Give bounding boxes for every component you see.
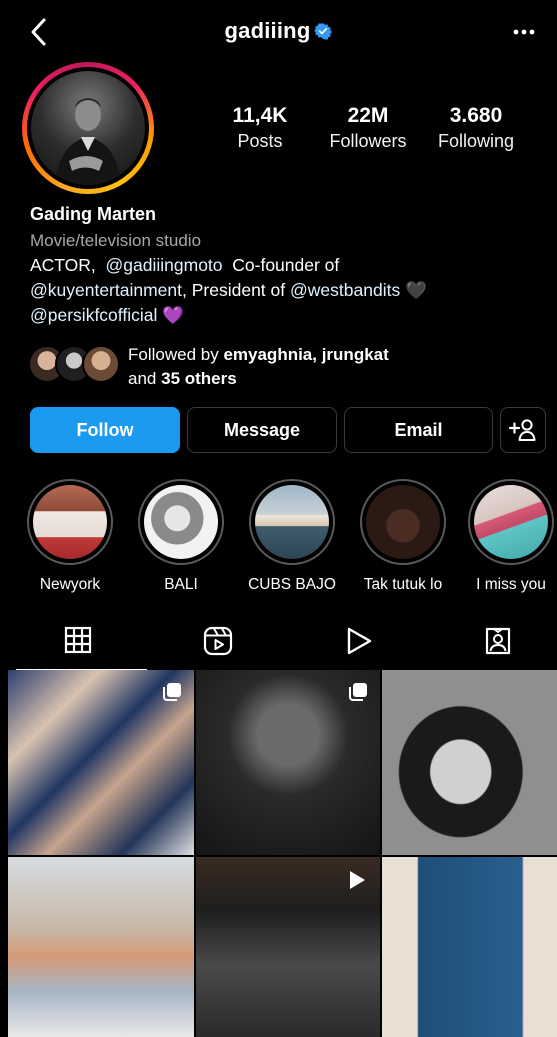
grid-icon [64, 626, 91, 654]
profile-bio: Gading Marten Movie/television studio AC… [30, 204, 540, 326]
highlight-cover [474, 485, 548, 559]
posts-grid [8, 670, 557, 1037]
profile-username-title: gadiiing [0, 18, 557, 44]
highlight-cover [255, 485, 329, 559]
mention-link[interactable]: @westbandits [290, 280, 400, 300]
following-label: Following [437, 131, 515, 151]
email-button[interactable]: Email [344, 407, 493, 453]
followed-by-row[interactable]: Followed by emyaghnia, jrungkat and 35 o… [28, 343, 528, 391]
highlight-label: BALI [164, 576, 198, 593]
tab-posts-grid[interactable] [8, 612, 147, 670]
avatar [31, 71, 145, 185]
highlight-label: I miss you [476, 576, 546, 593]
suggest-people-button[interactable] [500, 407, 546, 453]
avatar [82, 345, 120, 383]
followed-by-others: 35 others [161, 369, 237, 388]
highlight-label: Newyork [39, 576, 101, 593]
tagged-icon [485, 627, 510, 655]
message-button[interactable]: Message [187, 407, 337, 453]
posts-count: 11,4K [232, 104, 288, 127]
story-highlight[interactable]: BALI [136, 479, 226, 594]
username: gadiiing [224, 18, 311, 43]
bio-text: ACTOR, [30, 255, 96, 275]
mention-link[interactable]: @persikfcofficial [30, 305, 157, 325]
more-options-button[interactable] [509, 18, 539, 42]
post-thumbnail[interactable] [382, 857, 557, 1037]
tab-reels[interactable] [148, 612, 287, 670]
mention-link[interactable]: @gadiiingmoto [106, 255, 223, 275]
profile-content-tabs [0, 612, 557, 670]
display-name: Gading Marten [30, 204, 157, 224]
followed-by-text: Followed by emyaghnia, jrungkat and 35 o… [128, 343, 389, 391]
tab-videos[interactable] [288, 612, 427, 670]
more-dots-icon [513, 29, 535, 35]
bio-text: Co-founder of [232, 255, 340, 275]
following-count: 3.680 [449, 104, 503, 127]
post-thumbnail[interactable] [196, 857, 380, 1037]
highlight-cover [366, 485, 440, 559]
following-stat[interactable]: 3.680 Following [430, 104, 522, 152]
profile-avatar-story-ring[interactable] [22, 62, 154, 194]
followers-label: Followers [329, 131, 407, 151]
mutual-followers-avatars [28, 345, 120, 385]
story-highlight[interactable]: CUBS BAJO [247, 479, 337, 594]
posts-label: Posts [237, 131, 283, 151]
bio-line-3: @persikfcofficial 💜 [30, 305, 540, 326]
highlight-ring [27, 479, 113, 565]
profile-category: Movie/television studio [30, 231, 202, 250]
purple-heart-emoji: 💜 [162, 305, 185, 325]
follow-button[interactable]: Follow [30, 407, 180, 453]
followed-by-and: and [128, 369, 157, 388]
bio-line-1: ACTOR, @gadiiingmoto Co-founder of [30, 255, 540, 276]
black-heart-emoji: 🖤 [405, 280, 427, 300]
highlight-cover [144, 485, 218, 559]
post-thumbnail[interactable] [382, 670, 557, 855]
profile-header: gadiiing [0, 0, 557, 62]
bio-text: , President of [182, 280, 286, 300]
posts-stat: 11,4K Posts [228, 104, 292, 152]
followers-count: 22M [347, 104, 389, 127]
highlight-label: CUBS BAJO [248, 576, 336, 593]
followed-by-names: emyaghnia, jrungkat [223, 345, 389, 364]
highlight-ring [360, 479, 446, 565]
post-thumbnail[interactable] [8, 670, 194, 855]
verified-badge-icon [314, 23, 333, 40]
video-play-icon [350, 871, 365, 889]
story-highlight[interactable]: I miss you [466, 479, 556, 594]
highlight-label: Tak tutuk lo [363, 576, 443, 593]
followed-by-prefix: Followed by [128, 345, 219, 364]
multiple-photos-icon [163, 683, 181, 701]
post-thumbnail[interactable] [8, 857, 194, 1037]
add-person-icon [508, 419, 536, 441]
bio-line-2: @kuyentertainment, President of @westban… [30, 280, 540, 301]
reels-icon [203, 626, 232, 656]
play-icon [347, 627, 371, 655]
highlight-cover [33, 485, 107, 559]
post-thumbnail[interactable] [196, 670, 380, 855]
followers-stat[interactable]: 22M Followers [323, 104, 413, 152]
highlight-ring [138, 479, 224, 565]
highlight-ring [249, 479, 335, 565]
tab-tagged[interactable] [428, 612, 557, 670]
multiple-photos-icon [349, 683, 367, 701]
story-highlight[interactable]: Tak tutuk lo [358, 479, 448, 594]
story-highlight[interactable]: Newyork [25, 479, 115, 594]
mention-link[interactable]: @kuyentertainment [30, 280, 182, 300]
highlight-ring [468, 479, 554, 565]
